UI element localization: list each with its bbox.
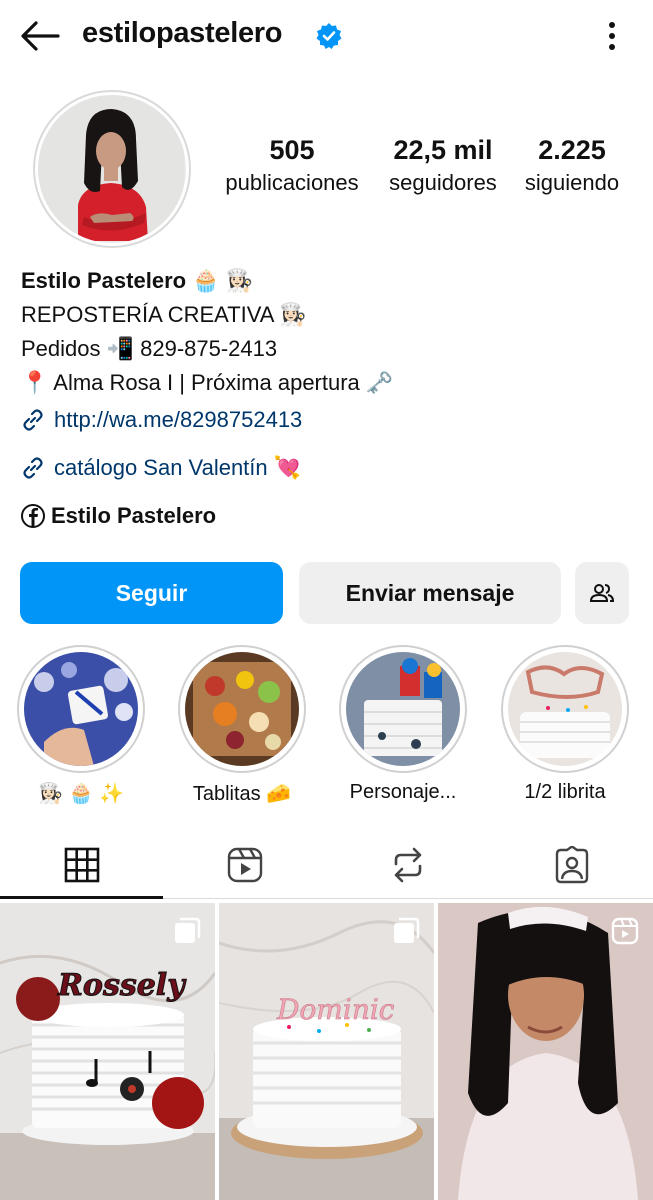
bio-line-1: REPOSTERÍA CREATIVA 👩🏻‍🍳 xyxy=(21,302,307,327)
tagged-icon xyxy=(555,846,588,884)
post-thumbnail[interactable]: Dominic xyxy=(219,903,434,1200)
stat-posts-label: publicaciones xyxy=(225,170,359,195)
bio-line-2: Pedidos 📲 829-875-2413 xyxy=(21,336,278,361)
post-topper-text: Rossely xyxy=(57,968,187,1003)
facebook-icon xyxy=(21,504,45,528)
stat-followers-value: 22,5 mil xyxy=(393,135,493,165)
verified-badge-icon xyxy=(315,22,343,50)
profile-avatar[interactable] xyxy=(33,90,191,248)
story-highlight[interactable]: Tablitas 🧀 xyxy=(177,645,307,806)
reels-icon xyxy=(227,847,262,883)
bio-line-3: 📍 Alma Rosa I | Próxima apertura 🗝️ xyxy=(21,370,394,395)
grid-icon xyxy=(64,847,99,883)
highlight-thumbnail xyxy=(508,652,622,766)
highlight-caption: Tablitas 🧀 xyxy=(192,783,292,805)
tab-reposts[interactable] xyxy=(326,832,489,898)
stat-following-value: 2.225 xyxy=(538,135,606,165)
bio-link-catalog-text: catálogo San Valentín 💘 xyxy=(54,455,302,480)
highlight-caption: 1/2 librita xyxy=(524,781,606,803)
arrow-left-icon[interactable] xyxy=(18,16,62,56)
tab-reels[interactable] xyxy=(163,832,326,898)
kebab-menu-icon[interactable] xyxy=(598,18,626,54)
follow-button[interactable]: Seguir xyxy=(20,562,283,624)
highlight-thumbnail xyxy=(24,652,138,766)
stat-following[interactable]: 2.225 siguiendo xyxy=(512,134,632,200)
highlight-thumbnail xyxy=(346,652,460,766)
profile-bio: Estilo Pastelero 🧁 👩🏻‍🍳 REPOSTERÍA CREAT… xyxy=(21,264,636,400)
link-icon xyxy=(23,409,43,431)
facebook-link-text: Estilo Pastelero xyxy=(51,503,217,528)
facebook-link[interactable]: Estilo Pastelero xyxy=(20,503,216,529)
stat-followers[interactable]: 22,5 mil seguidores xyxy=(378,134,508,200)
story-highlight[interactable]: 1/2 librita xyxy=(500,645,630,804)
tab-grid[interactable] xyxy=(0,832,163,898)
tab-tagged[interactable] xyxy=(490,832,653,898)
stat-posts-value: 505 xyxy=(269,135,315,165)
suggested-people-button[interactable] xyxy=(575,562,629,624)
profile-username: estilopastelero xyxy=(82,17,283,49)
highlight-ring xyxy=(339,645,467,773)
bio-link-whatsapp-text: http://wa.me/8298752413 xyxy=(54,407,303,432)
highlight-caption: 👩🏻‍🍳 🧁 ✨ xyxy=(38,783,124,805)
active-tab-indicator xyxy=(0,896,163,899)
message-button[interactable]: Enviar mensaje xyxy=(299,562,561,624)
carousel-icon xyxy=(392,917,420,950)
highlight-ring xyxy=(178,645,306,773)
stat-followers-label: seguidores xyxy=(389,170,497,195)
avatar-photo xyxy=(38,95,186,243)
profile-tabs xyxy=(0,832,653,898)
post-topper-text: Dominic xyxy=(276,993,395,1026)
profile-display-name: Estilo Pastelero 🧁 👩🏻‍🍳 xyxy=(21,268,254,293)
highlight-caption: Personaje... xyxy=(349,781,457,803)
profile-stats: 505 publicaciones 22,5 mil seguidores 2.… xyxy=(208,134,638,204)
bio-link-catalog[interactable]: catálogo San Valentín 💘 xyxy=(20,455,301,481)
carousel-icon xyxy=(173,917,201,950)
post-thumbnail[interactable]: Rossely xyxy=(0,903,215,1200)
post-thumbnail[interactable] xyxy=(438,903,653,1200)
stat-posts[interactable]: 505 publicaciones xyxy=(208,134,376,200)
highlight-ring xyxy=(17,645,145,773)
posts-grid: Rossely Dominic xyxy=(0,903,653,1200)
profile-header: estilopastelero xyxy=(0,0,653,72)
story-highlight[interactable]: Personaje... xyxy=(338,645,468,804)
link-icon xyxy=(23,457,43,479)
highlight-thumbnail xyxy=(185,652,299,766)
add-people-icon xyxy=(589,584,615,602)
reel-icon xyxy=(611,917,639,950)
reposts-icon xyxy=(394,847,421,883)
bio-link-whatsapp[interactable]: http://wa.me/8298752413 xyxy=(20,407,302,433)
story-highlight[interactable]: 👩🏻‍🍳 🧁 ✨ xyxy=(16,645,146,806)
stat-following-label: siguiendo xyxy=(524,170,620,195)
highlight-ring xyxy=(501,645,629,773)
